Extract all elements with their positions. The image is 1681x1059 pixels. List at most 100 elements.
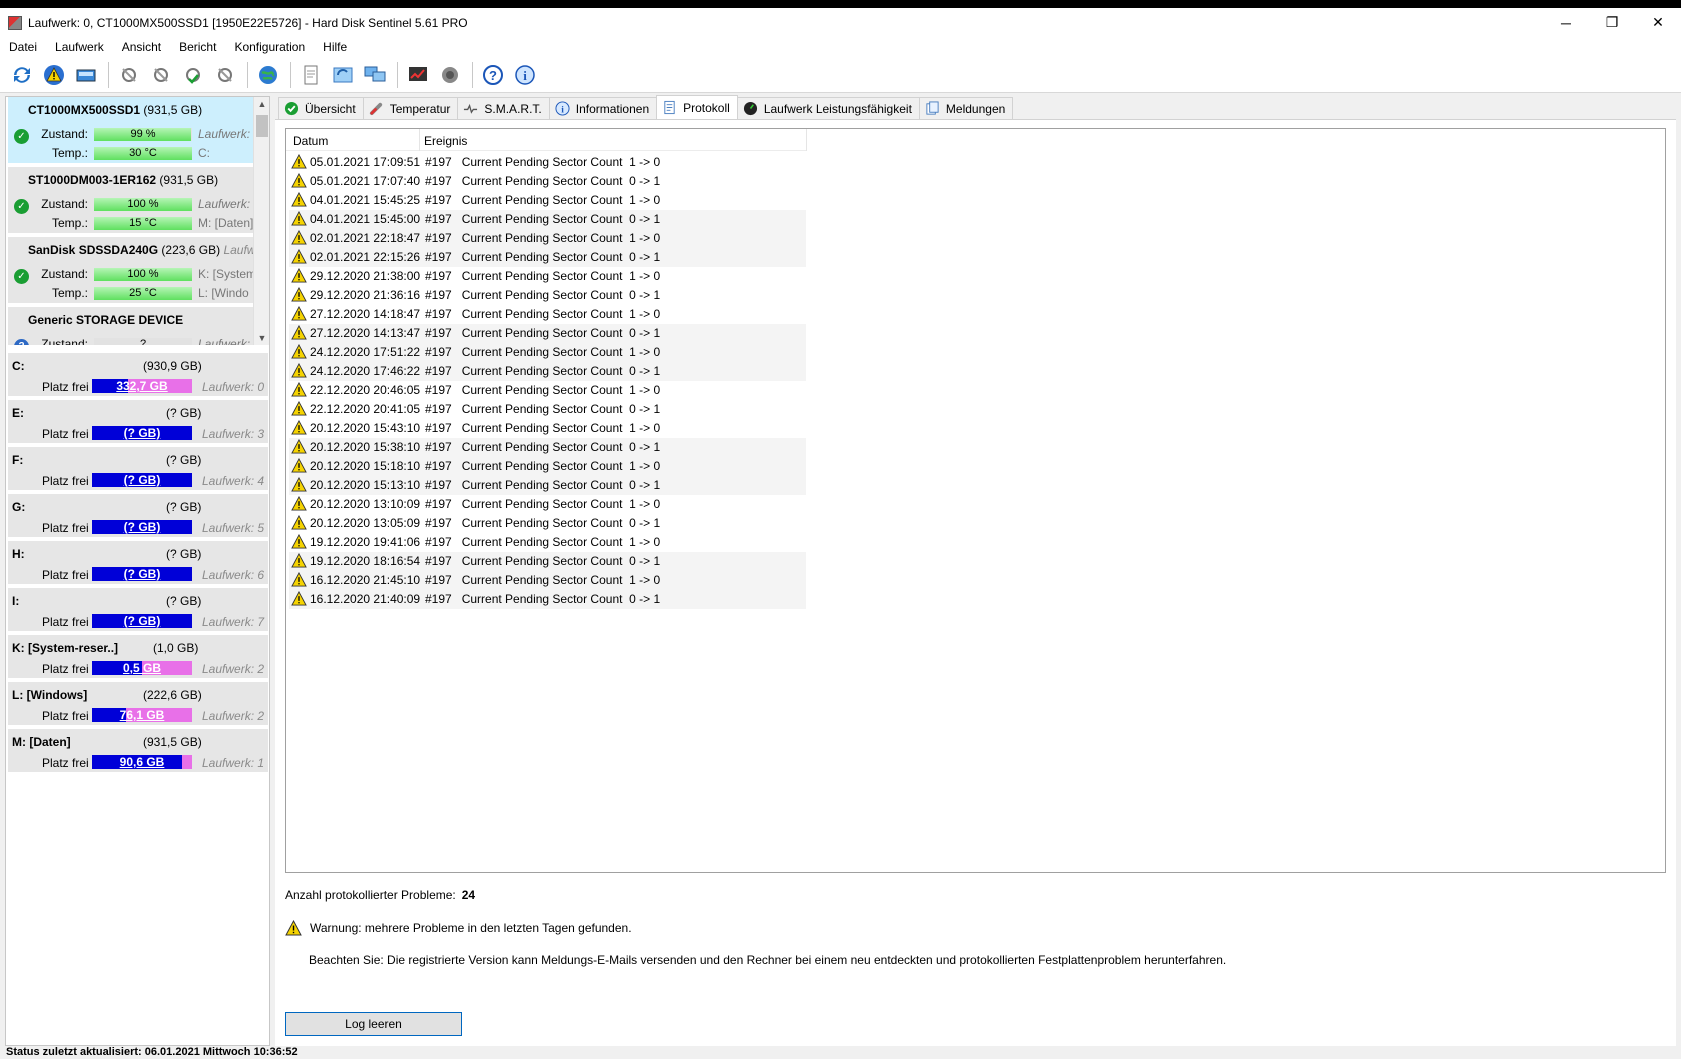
chart-icon[interactable] xyxy=(404,61,432,89)
log-row[interactable]: 27.12.2020 14:13:47 #197 Current Pending … xyxy=(289,324,806,343)
close-button[interactable]: ✕ xyxy=(1635,8,1681,37)
scroll-thumb[interactable] xyxy=(256,115,268,137)
log-row[interactable]: 29.12.2020 21:38:00 #197 Current Pending … xyxy=(289,267,806,286)
warning-icon[interactable] xyxy=(40,61,68,89)
partition-item[interactable]: K: [System-reser..] (1,0 GB) Platz frei … xyxy=(8,635,268,680)
log-icon xyxy=(662,100,677,115)
scroll-up-icon[interactable]: ▲ xyxy=(254,99,269,109)
disk-item[interactable]: ST1000DM003-1ER162 (931,5 GB) ✓ Zustand:… xyxy=(8,167,253,235)
log-row[interactable]: 16.12.2020 21:40:09 #197 Current Pending … xyxy=(289,590,806,609)
log-row[interactable]: 20.12.2020 15:38:10 #197 Current Pending … xyxy=(289,438,806,457)
free-space-value: (? GB) xyxy=(123,567,161,581)
network-icon[interactable] xyxy=(361,61,389,89)
minimize-button[interactable]: ─ xyxy=(1543,8,1589,37)
menu-ansicht[interactable]: Ansicht xyxy=(113,40,170,54)
disk-drive-label: Laufwerk: xyxy=(198,337,251,345)
clear-log-button[interactable]: Log leeren xyxy=(285,1012,462,1036)
log-row[interactable]: 24.12.2020 17:46:22 #197 Current Pending … xyxy=(289,362,806,381)
log-row[interactable]: 24.12.2020 17:51:22 #197 Current Pending … xyxy=(289,343,806,362)
partition-item[interactable]: H: (? GB) Platz frei (? GB) Laufwerk: 6 xyxy=(8,541,268,586)
column-header-datum[interactable]: Datum xyxy=(293,134,328,148)
log-event: #197 Current Pending Sector Count 1 -> 0 xyxy=(425,535,661,549)
maximize-button[interactable]: ❐ xyxy=(1589,8,1635,37)
partition-drive: Laufwerk: 4 xyxy=(202,474,265,488)
disk-name: SanDisk SDSSDA240G xyxy=(28,243,159,257)
sync-icon[interactable] xyxy=(329,61,357,89)
menu-bericht[interactable]: Bericht xyxy=(170,40,225,54)
disk-item[interactable]: SanDisk SDSSDA240G (223,6 GB) Laufwe ✓ Z… xyxy=(8,237,262,305)
log-row[interactable]: 20.12.2020 13:05:09 #197 Current Pending … xyxy=(289,514,806,533)
log-event: #197 Current Pending Sector Count 1 -> 0 xyxy=(425,383,661,397)
disk-list-scrollbar[interactable]: ▲ ▼ xyxy=(253,97,269,345)
log-row[interactable]: 04.01.2021 15:45:25 #197 Current Pending … xyxy=(289,191,806,210)
log-row[interactable]: 29.12.2020 21:36:16 #197 Current Pending … xyxy=(289,286,806,305)
log-row[interactable]: 04.01.2021 15:45:00 #197 Current Pending … xyxy=(289,210,806,229)
globe-icon[interactable] xyxy=(254,61,282,89)
partition-drive: Laufwerk: 5 xyxy=(202,521,265,535)
tab-informationen[interactable]: i Informationen xyxy=(548,97,658,119)
protokoll-panel: Datum Ereignis 05.01.2021 17:09:51 #197 C… xyxy=(275,119,1676,1046)
document-icon[interactable] xyxy=(297,61,325,89)
app-icon xyxy=(8,15,22,30)
log-row[interactable]: 02.01.2021 22:15:26 #197 Current Pending … xyxy=(289,248,806,267)
log-row[interactable]: 20.12.2020 15:43:10 #197 Current Pending … xyxy=(289,419,806,438)
disk-item[interactable]: CT1000MX500SSD1 (931,5 GB) ✓ Zustand: 99… xyxy=(8,97,253,165)
log-list[interactable]: Datum Ereignis 05.01.2021 17:09:51 #197 C… xyxy=(285,128,1666,873)
health-label: Zustand: xyxy=(41,267,88,281)
tab-smart[interactable]: S.M.A.R.T. xyxy=(457,97,550,119)
disk-test-1-icon[interactable] xyxy=(115,61,143,89)
registration-note: Beachten Sie: Die registrierte Version k… xyxy=(309,953,1227,967)
disk-test-2-icon[interactable] xyxy=(147,61,175,89)
partition-drive: Laufwerk: 1 xyxy=(202,756,265,770)
log-row[interactable]: 20.12.2020 15:13:10 #197 Current Pending … xyxy=(289,476,806,495)
log-row[interactable]: 20.12.2020 15:18:10 #197 Current Pending … xyxy=(289,457,806,476)
partition-item[interactable]: C: (930,9 GB) Platz frei 332,7 GB Laufwe… xyxy=(8,353,268,398)
log-row[interactable]: 22.12.2020 20:46:05 #197 Current Pending … xyxy=(289,381,806,400)
partition-item[interactable]: I: (? GB) Platz frei (? GB) Laufwerk: 7 xyxy=(8,588,268,633)
help-icon[interactable]: ? xyxy=(479,61,507,89)
refresh-icon[interactable] xyxy=(8,61,36,89)
menu-konfiguration[interactable]: Konfiguration xyxy=(225,40,314,54)
free-space-label: Platz frei xyxy=(42,615,89,629)
info-icon[interactable]: i xyxy=(511,61,539,89)
log-row[interactable]: 16.12.2020 21:45:10 #197 Current Pending … xyxy=(289,571,806,590)
tab-meldungen[interactable]: Meldungen xyxy=(918,97,1014,119)
disk-info-icon[interactable] xyxy=(72,61,100,89)
log-row[interactable]: 20.12.2020 13:10:09 #197 Current Pending … xyxy=(289,495,806,514)
tab-temperatur[interactable]: Temperatur xyxy=(362,97,459,119)
warning-icon xyxy=(285,919,302,936)
partition-item[interactable]: M: [Daten] (931,5 GB) Platz frei 90,6 GB… xyxy=(8,729,268,774)
temp-label: Temp.: xyxy=(51,216,88,230)
problem-count-label: Anzahl protokollierter Probleme: xyxy=(285,888,456,902)
column-header-ereignis[interactable]: Ereignis xyxy=(424,134,467,148)
sound-icon[interactable] xyxy=(436,61,464,89)
log-row[interactable]: 02.01.2021 22:18:47 #197 Current Pending … xyxy=(289,229,806,248)
disk-test-3-icon[interactable] xyxy=(179,61,207,89)
tab-uebersicht[interactable]: Übersicht xyxy=(278,97,364,119)
free-space-value: 332,7 GB xyxy=(116,379,168,393)
scroll-down-icon[interactable]: ▼ xyxy=(254,333,269,343)
partition-item[interactable]: F: (? GB) Platz frei (? GB) Laufwerk: 4 xyxy=(8,447,268,492)
log-row[interactable]: 19.12.2020 18:16:54 #197 Current Pending … xyxy=(289,552,806,571)
log-row[interactable]: 05.01.2021 17:09:51 #197 Current Pending … xyxy=(289,153,806,172)
log-row[interactable]: 27.12.2020 14:18:47 #197 Current Pending … xyxy=(289,305,806,324)
temp-bar: 30 °C xyxy=(94,147,192,160)
tab-leistung[interactable]: Laufwerk Leistungsfähigkeit xyxy=(736,97,920,119)
partition-size: (? GB) xyxy=(166,500,202,514)
disk-test-4-icon[interactable] xyxy=(211,61,239,89)
partition-item[interactable]: E: (? GB) Platz frei (? GB) Laufwerk: 3 xyxy=(8,400,268,445)
log-row[interactable]: 19.12.2020 19:41:06 #197 Current Pending … xyxy=(289,533,806,552)
menu-laufwerk[interactable]: Laufwerk xyxy=(46,40,113,54)
log-row[interactable]: 05.01.2021 17:07:40 #197 Current Pending … xyxy=(289,172,806,191)
partition-item[interactable]: G: (? GB) Platz frei (? GB) Laufwerk: 5 xyxy=(8,494,268,539)
log-event: #197 Current Pending Sector Count 0 -> 1 xyxy=(425,516,661,530)
menu-hilfe[interactable]: Hilfe xyxy=(314,40,356,54)
warning-icon xyxy=(291,552,307,568)
menu-datei[interactable]: Datei xyxy=(0,40,46,54)
status-bar: Status zuletzt aktualisiert: 06.01.2021 … xyxy=(0,1046,1681,1059)
partition-item[interactable]: L: [Windows] (222,6 GB) Platz frei 76,1 … xyxy=(8,682,268,727)
disk-item[interactable]: Generic STORAGE DEVICE ? Zustand: ? Lauf… xyxy=(8,307,253,345)
log-event: #197 Current Pending Sector Count 0 -> 1 xyxy=(425,174,661,188)
log-row[interactable]: 22.12.2020 20:41:05 #197 Current Pending … xyxy=(289,400,806,419)
tab-protokoll[interactable]: Protokoll xyxy=(656,95,738,119)
